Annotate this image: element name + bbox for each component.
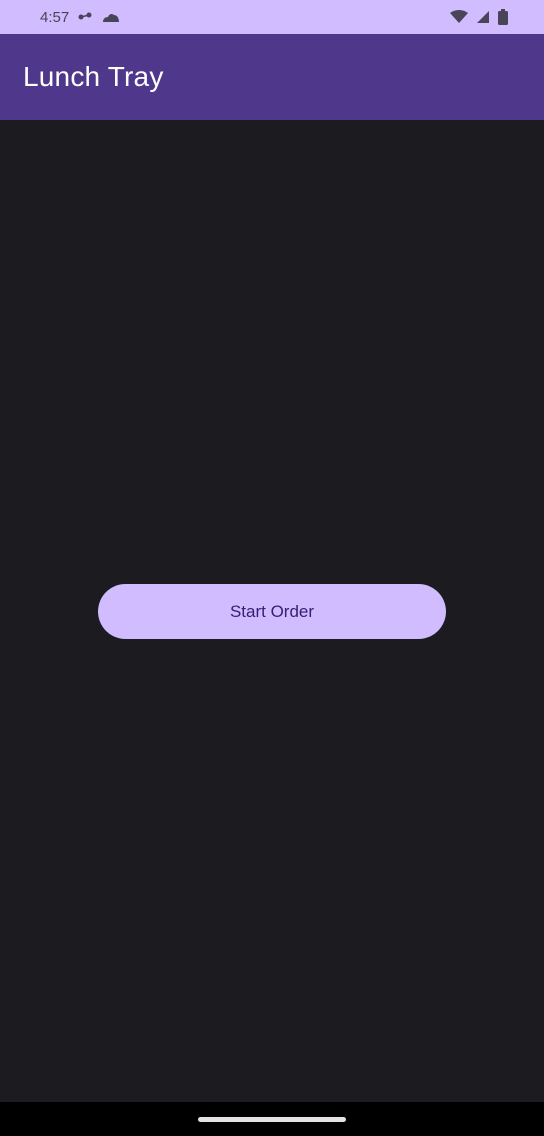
top-app-bar: Lunch Tray xyxy=(0,34,544,120)
battery-icon xyxy=(498,9,508,25)
status-bar: 4:57 xyxy=(0,0,544,34)
app-title: Lunch Tray xyxy=(23,61,164,92)
status-right xyxy=(450,9,508,25)
app-screen: 4:57 Lunch Tray Start Order xyxy=(0,0,544,1136)
status-left: 4:57 xyxy=(40,9,121,26)
home-handle[interactable] xyxy=(198,1116,346,1122)
main-content: Start Order xyxy=(0,120,544,1102)
status-time: 4:57 xyxy=(40,8,70,26)
cellular-signal-icon xyxy=(476,10,490,24)
signal-indicator-icon xyxy=(77,11,93,23)
start-order-button[interactable]: Start Order xyxy=(98,584,446,639)
wifi-icon xyxy=(450,10,468,24)
gesture-nav-bar xyxy=(0,1102,544,1136)
cloud-icon xyxy=(101,11,121,23)
